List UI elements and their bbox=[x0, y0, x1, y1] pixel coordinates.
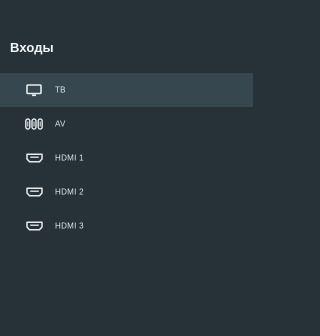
input-item-label: HDMI 3 bbox=[55, 221, 84, 231]
input-item-hdmi-2[interactable]: HDMI 2 bbox=[0, 175, 253, 209]
hdmi-icon bbox=[24, 185, 44, 199]
input-item-label: HDMI 2 bbox=[55, 187, 84, 197]
input-item-label: ТВ bbox=[55, 85, 66, 95]
inputs-panel: Входы ТВ AV HDMI 1 HDMI 2 HDMI 3 bbox=[0, 0, 253, 336]
panel-title: Входы bbox=[10, 40, 54, 55]
hdmi-icon bbox=[24, 151, 44, 165]
input-item-av[interactable]: AV bbox=[0, 107, 253, 141]
av-connector-icon bbox=[24, 117, 44, 131]
input-item-tv[interactable]: ТВ bbox=[0, 73, 253, 107]
input-item-hdmi-1[interactable]: HDMI 1 bbox=[0, 141, 253, 175]
input-item-hdmi-3[interactable]: HDMI 3 bbox=[0, 209, 253, 243]
inputs-list: ТВ AV HDMI 1 HDMI 2 HDMI 3 bbox=[0, 73, 253, 243]
input-item-label: HDMI 1 bbox=[55, 153, 84, 163]
input-item-label: AV bbox=[55, 119, 66, 129]
tv-icon bbox=[24, 83, 44, 97]
hdmi-icon bbox=[24, 219, 44, 233]
